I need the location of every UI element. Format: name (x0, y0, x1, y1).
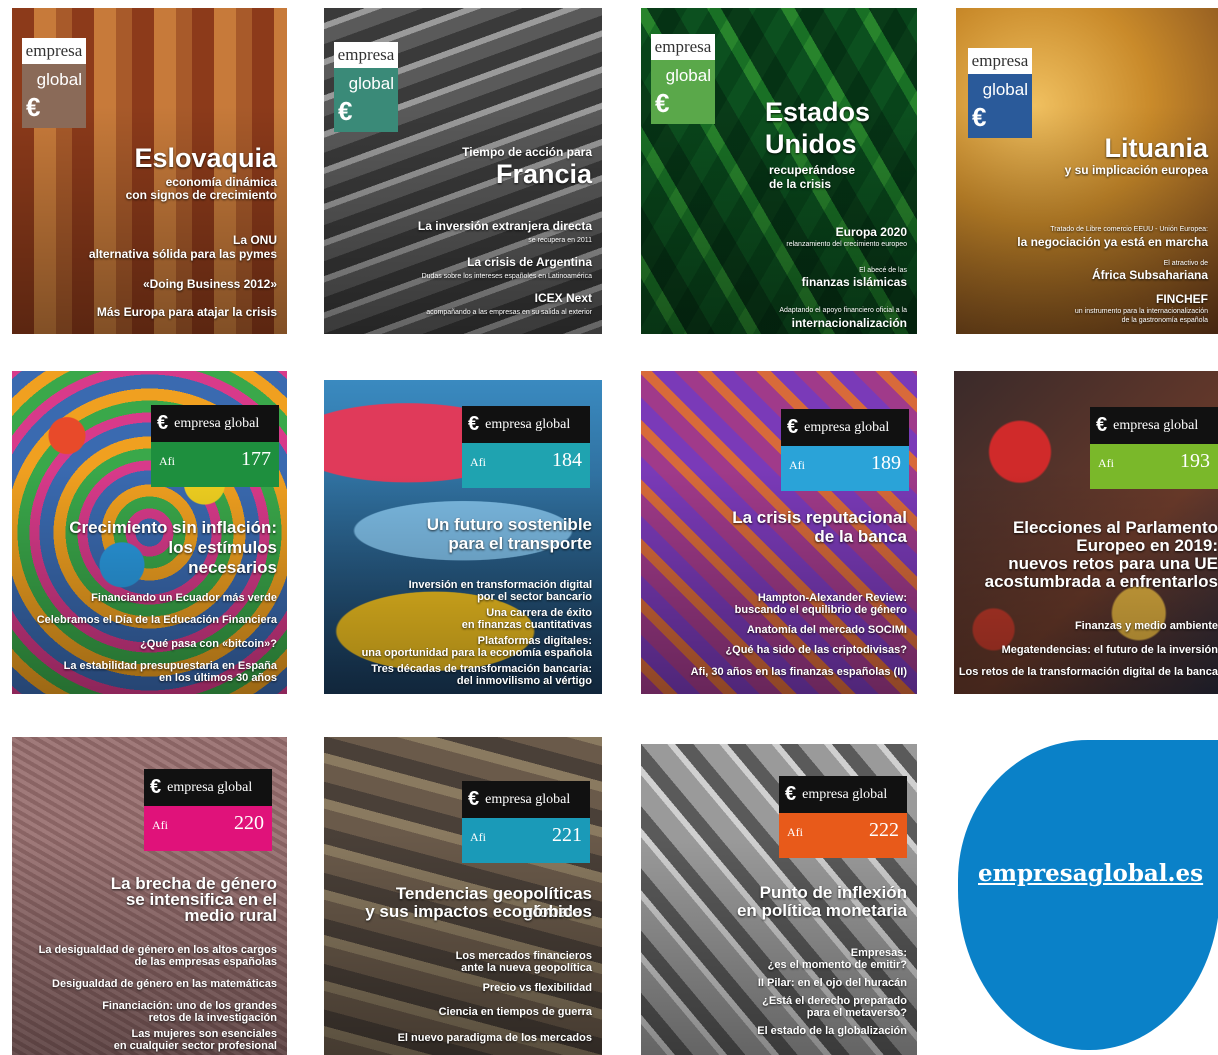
cover-title: Estados (765, 97, 871, 127)
euro-icon: € (787, 416, 799, 438)
afi-logo: Afi (159, 454, 175, 468)
issue-number: 193 (1180, 450, 1210, 472)
cover-177[interactable]: € empresa global Afi 177 Crecimiento sin i… (12, 371, 287, 694)
afi-logo: Afi (1098, 456, 1114, 470)
issue-number: 184 (552, 449, 582, 471)
issue-number: 189 (871, 452, 901, 474)
issue-number: 221 (552, 824, 582, 846)
magazine-logo: empresa global € (334, 42, 398, 132)
magazine-logo: € empresa global Afi 193 (1090, 407, 1218, 489)
cover-title: Un futuro sostenible (426, 515, 592, 534)
euro-icon: € (1096, 414, 1108, 436)
cover-lituania[interactable]: empresa global € Lituania y su implicació… (956, 8, 1218, 334)
cover-estados-unidos[interactable]: empresa global € Estados Unidos recuperán… (641, 8, 917, 334)
site-link-card[interactable] (958, 740, 1218, 1050)
magazine-logo: € empresa global Afi 221 (462, 781, 590, 863)
cover-title: Francia (495, 159, 592, 189)
issue-number: 222 (869, 819, 899, 841)
issue-number: 220 (234, 812, 264, 834)
cover-title: Crecimiento sin inflación: (69, 518, 277, 537)
euro-icon: € (26, 92, 41, 122)
magazine-logo: € empresa global Afi 222 (779, 776, 907, 858)
magazine-logo: € empresa global Afi 184 (462, 406, 590, 488)
euro-icon: € (655, 88, 670, 118)
cover-francia[interactable]: empresa global € Tiempo de acción para Fr… (324, 8, 602, 334)
euro-icon: € (150, 776, 162, 798)
cover-222[interactable]: € empresa global Afi 222 Punto de inflexió… (641, 744, 917, 1055)
afi-logo: Afi (787, 825, 803, 839)
cover-220[interactable]: € empresa global Afi 220 La brecha de géne… (12, 737, 287, 1055)
euro-icon: € (157, 412, 169, 434)
empresaglobal-link[interactable]: empresaglobal.es (978, 860, 1203, 887)
euro-icon: € (468, 413, 480, 435)
cover-eslovaquia[interactable]: empresa global € Eslovaquia economía diná… (12, 8, 287, 334)
cover-title: Eslovaquia (134, 143, 277, 173)
cover-title: Lituania (1104, 133, 1208, 163)
cover-221[interactable]: € empresa global Afi 221 Tendencias geopol… (324, 737, 602, 1055)
afi-logo: Afi (470, 455, 486, 469)
cover-title: La crisis reputacional (732, 508, 907, 527)
cover-184[interactable]: € empresa global Afi 184 Un futuro sosteni… (324, 380, 602, 694)
magazine-logo: empresa global € (22, 38, 86, 128)
afi-logo: Afi (152, 818, 168, 832)
euro-icon: € (785, 783, 797, 805)
issue-number: 177 (241, 448, 271, 470)
magazine-logo: empresa global € (968, 48, 1032, 138)
cover-title: Punto de inflexión (759, 883, 907, 902)
afi-logo: Afi (789, 458, 805, 472)
magazine-logo: € empresa global Afi 220 (144, 769, 272, 851)
cover-189[interactable]: € empresa global Afi 189 La crisis reputac… (641, 371, 917, 694)
afi-logo: Afi (470, 830, 486, 844)
cover-193[interactable]: € empresa global Afi 193 Elecciones al Par… (954, 371, 1218, 694)
cover-title: Elecciones al Parlamento (1012, 518, 1218, 537)
euro-icon: € (338, 96, 353, 126)
magazine-logo: empresa global € (651, 34, 715, 124)
magazine-logo: € empresa global Afi 189 (781, 409, 909, 491)
euro-icon: € (972, 102, 987, 132)
magazine-logo: € empresa global Afi 177 (151, 405, 279, 487)
euro-icon: € (468, 788, 480, 810)
